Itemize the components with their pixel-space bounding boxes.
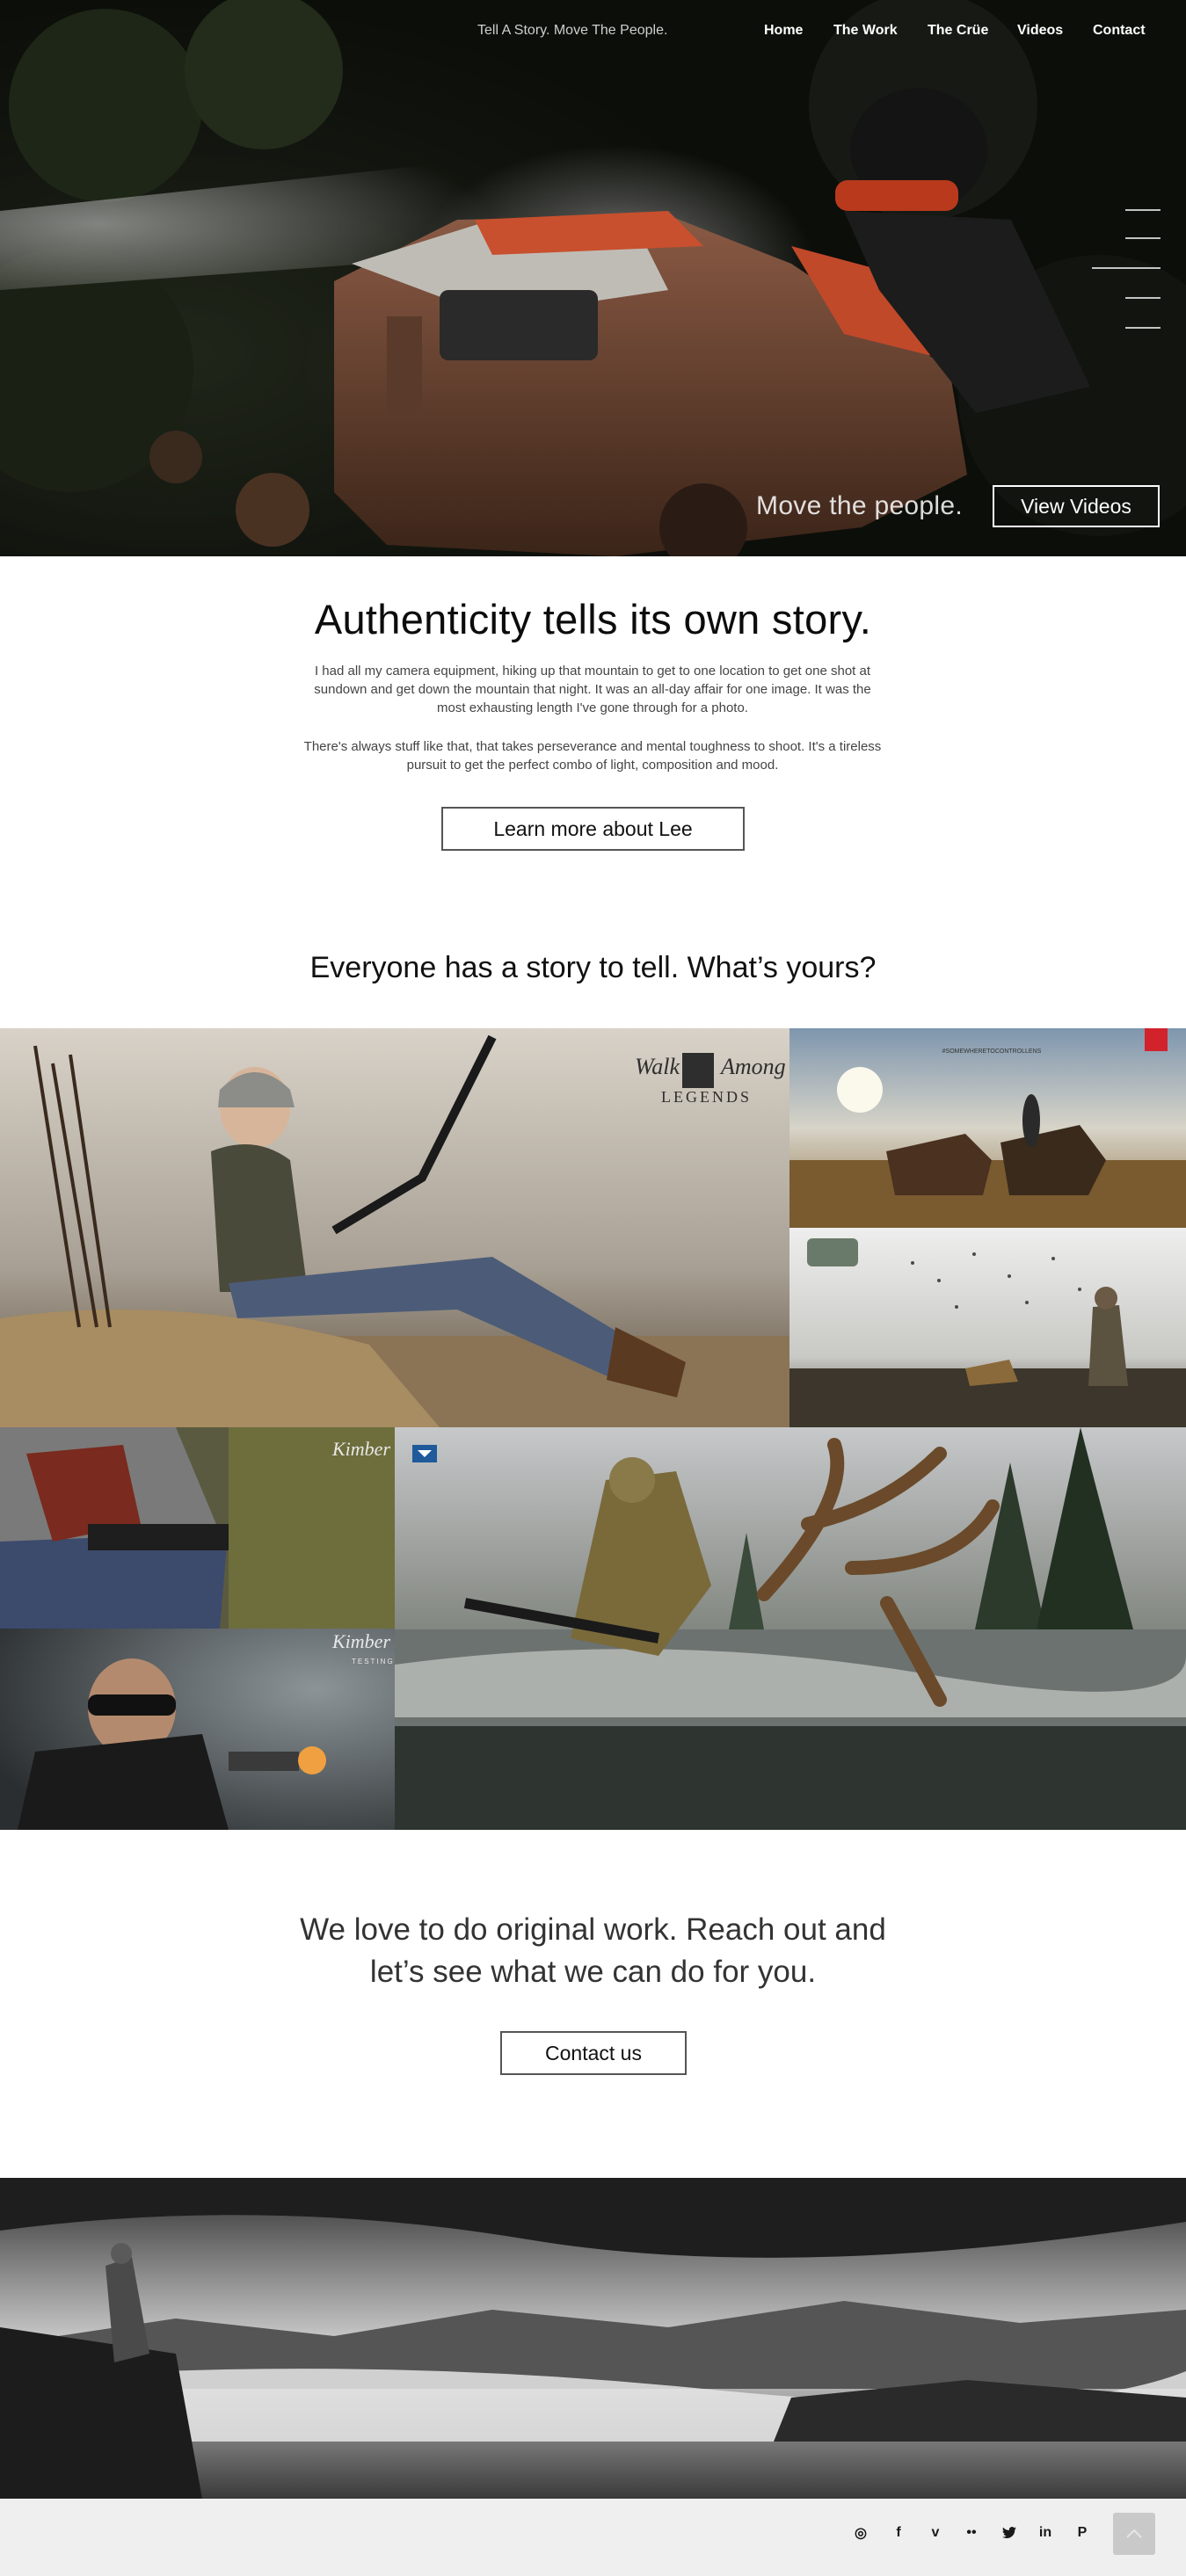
cta-line-1: We love to do original work. Reach out a… (300, 1912, 886, 1947)
shooter-pistol-photo: Kimber TESTING (0, 1629, 395, 1830)
intro-paragraph-1: I had all my camera equipment, hiking up… (285, 662, 900, 717)
nav-item-videos[interactable]: Videos (1017, 23, 1063, 39)
flickr-icon[interactable]: •• (958, 2520, 985, 2546)
contact-us-button[interactable]: Contact us (500, 2031, 687, 2075)
slide-indicator-line[interactable] (1125, 209, 1161, 211)
hero-section: Tell A Story. Move The People. Home The … (0, 0, 1186, 556)
intro-paragraph-2-line: There's always stuff like that, that tak… (303, 739, 882, 754)
logo-text: Among (719, 1054, 786, 1079)
intro-paragraph-2-line: pursuit to get the perfect combo of ligh… (406, 758, 779, 773)
horses-field-photo: #SOMEWHERETOCONTROLLENS (789, 1028, 1186, 1228)
mountain-archer-photo (0, 2178, 1186, 2499)
twitter-bird-glyph (1002, 2527, 1016, 2539)
elk-hunter-river-photo (395, 1427, 1186, 1830)
instagram-icon[interactable]: ◎ (848, 2520, 874, 2546)
gallery-tile[interactable]: Kimber TESTING (0, 1629, 395, 1830)
slide-indicator-line-active[interactable] (1092, 267, 1161, 269)
kimber-logo-sub: TESTING (352, 1658, 395, 1665)
vimeo-icon[interactable]: v (922, 2520, 949, 2546)
pistol-holster-photo: Kimber (0, 1427, 395, 1629)
top-nav: Tell A Story. Move The People. Home The … (0, 23, 1186, 44)
logo-text: Walk (635, 1054, 680, 1079)
chevron-up-icon (1126, 2529, 1142, 2538)
page: Tell A Story. Move The People. Home The … (0, 0, 1186, 2576)
intro-paragraph-1-line: I had all my camera equipment, hiking up… (314, 664, 871, 678)
story-question: Everyone has a story to tell. What’s you… (309, 951, 877, 984)
intro-section: Authenticity tells its own story. I had … (0, 556, 1186, 1031)
learn-more-button[interactable]: Learn more about Lee (441, 807, 745, 851)
view-videos-button[interactable]: View Videos (993, 485, 1160, 527)
facebook-icon[interactable]: f (885, 2520, 912, 2546)
duck-hunter-dog-photo (789, 1228, 1186, 1427)
hero-cta: Move the people. View Videos (756, 485, 1160, 527)
gallery-tile[interactable] (789, 1228, 1186, 1427)
slide-indicator-line[interactable] (1125, 237, 1161, 239)
archer-woman-photo: Walk Among LEGENDS (0, 1028, 789, 1427)
badge-logo (807, 1238, 858, 1266)
logo-text: LEGENDS (661, 1088, 752, 1106)
gallery-tile[interactable]: #SOMEWHERETOCONTROLLENS (789, 1028, 1186, 1228)
pinterest-icon[interactable]: P (1069, 2520, 1095, 2546)
linkedin-icon[interactable]: in (1032, 2520, 1059, 2546)
slide-indicator[interactable] (1090, 209, 1161, 341)
landscape-banner (0, 2178, 1186, 2499)
gallery-tile[interactable]: Kimber (0, 1427, 395, 1629)
gallery-tile[interactable] (395, 1427, 1186, 1830)
hero-atv-photo (0, 0, 1186, 556)
slide-indicator-line[interactable] (1125, 327, 1161, 329)
intro-paragraph-1-line: sundown and get down the mountain that n… (314, 682, 871, 697)
site-footer: ◎ f v •• in P (0, 2499, 1186, 2576)
nav-item-home[interactable]: Home (764, 23, 803, 39)
contact-cta-section: We love to do original work. Reach out a… (0, 1830, 1186, 2178)
work-gallery: Walk Among LEGENDS #SOMEWHERETOCONTROLLE… (0, 1028, 1186, 1830)
photo-caption: #SOMEWHERETOCONTROLLENS (942, 1049, 1042, 1055)
intro-paragraph-2: There's always stuff like that, that tak… (285, 737, 900, 774)
gallery-tile[interactable]: Walk Among LEGENDS (0, 1028, 789, 1427)
site-tagline: Tell A Story. Move The People. (477, 23, 668, 38)
twitter-icon[interactable] (996, 2520, 1022, 2546)
slide-indicator-line[interactable] (1125, 297, 1161, 299)
brand-badge (1145, 1028, 1168, 1051)
intro-heading: Authenticity tells its own story. (314, 596, 872, 642)
nav-item-the-crue[interactable]: The Crüe (928, 23, 988, 39)
kimber-logo: Kimber (331, 1630, 390, 1652)
kimber-logo: Kimber (331, 1438, 390, 1460)
back-to-top-button[interactable] (1113, 2513, 1155, 2555)
nav-item-the-work[interactable]: The Work (833, 23, 898, 39)
intro-paragraph-1-line: most exhausting length I've gone through… (437, 700, 748, 715)
nav-item-contact[interactable]: Contact (1093, 23, 1146, 39)
hero-slogan: Move the people. (756, 491, 963, 520)
cta-line-2: let’s see what we can do for you. (369, 1955, 817, 1989)
